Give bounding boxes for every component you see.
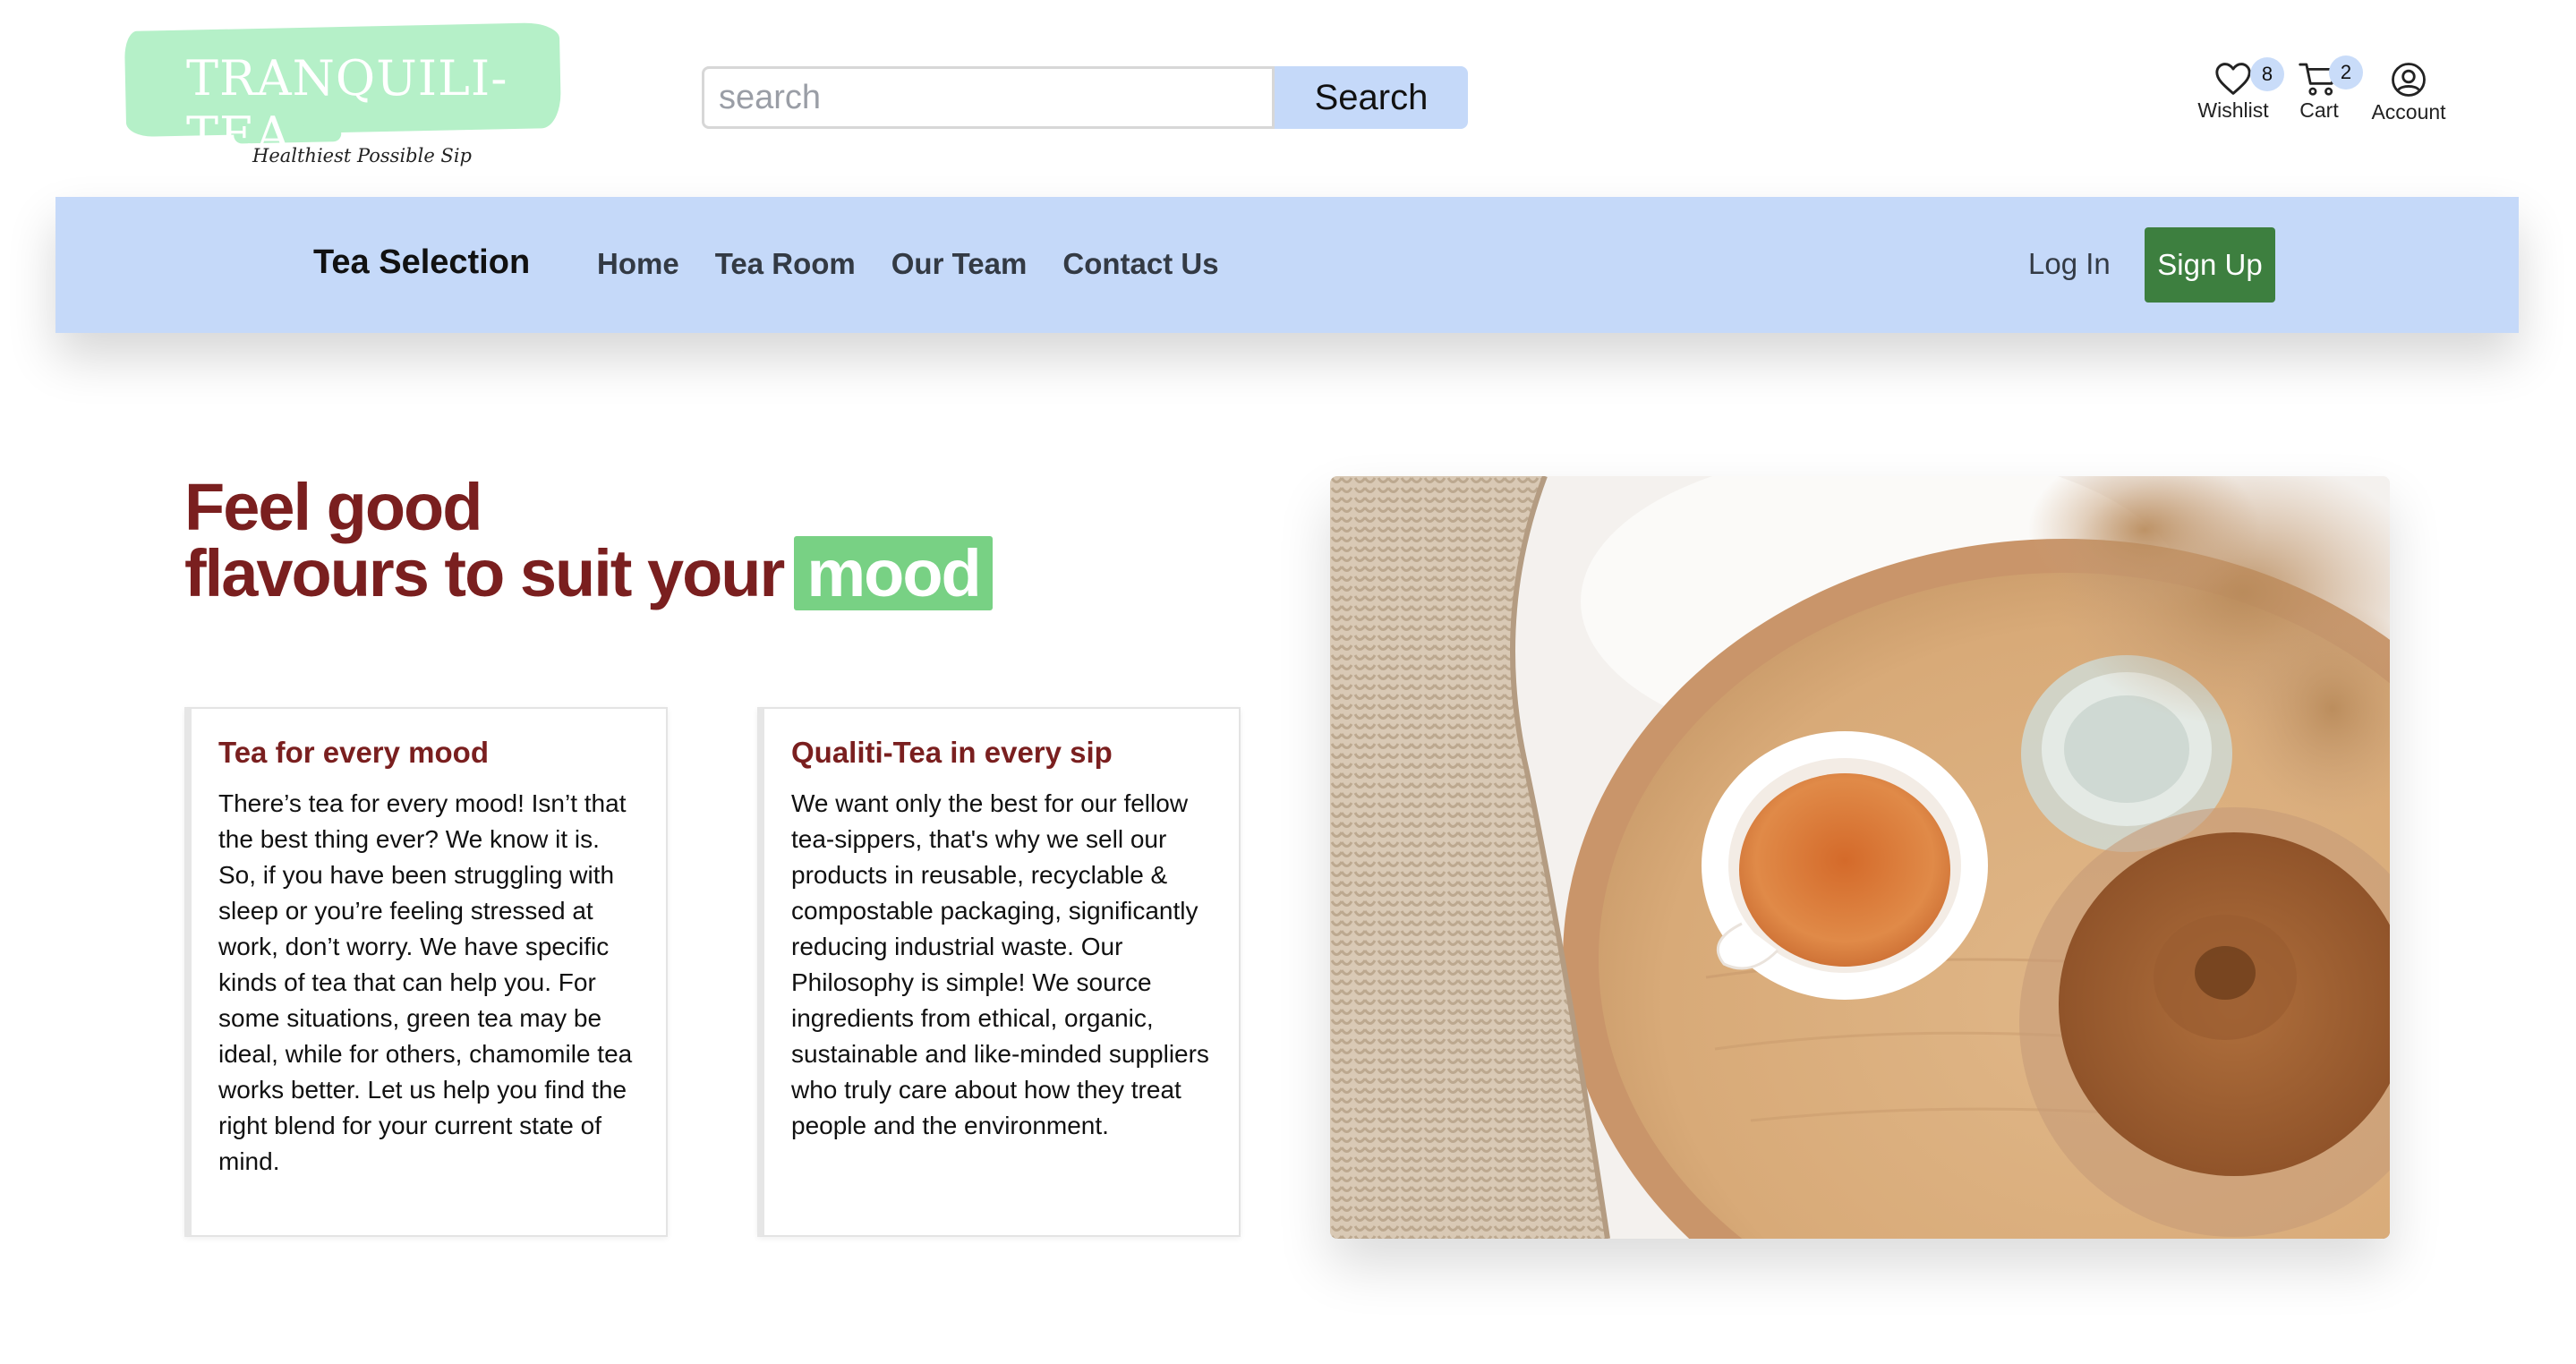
- search-button[interactable]: Search: [1275, 66, 1468, 129]
- card-body: We want only the best for our fellow tea…: [791, 789, 1209, 1139]
- cart-label: Cart: [2299, 98, 2339, 122]
- headline-highlight-mood: mood: [794, 536, 993, 610]
- nav-links: Home Tea Room Our Team Contact Us: [597, 247, 1219, 281]
- heart-icon: [2215, 63, 2251, 95]
- hero-tea-photo: [1330, 476, 2390, 1239]
- account-icon: [2392, 63, 2426, 97]
- info-card-quality: Qualiti-Tea in every sip We want only th…: [757, 707, 1241, 1237]
- logo-tagline: Healthiest Possible Sip: [252, 145, 472, 166]
- login-link[interactable]: Log In: [2028, 247, 2111, 281]
- search-input[interactable]: [702, 66, 1275, 129]
- cart-link[interactable]: Cart 2: [2270, 55, 2368, 132]
- account-label: Account: [2371, 100, 2446, 124]
- search-bar: Search: [702, 66, 1468, 129]
- headline-line-1: Feel good: [184, 470, 482, 544]
- card-body: There’s tea for every mood! Isn’t that t…: [218, 789, 633, 1175]
- nav-link-our-team[interactable]: Our Team: [891, 247, 1028, 281]
- card-title: Tea for every mood: [218, 736, 489, 769]
- nav-link-home[interactable]: Home: [597, 247, 679, 281]
- wishlist-label: Wishlist: [2197, 98, 2269, 122]
- card-title: Qualiti-Tea in every sip: [791, 736, 1113, 769]
- nav-brand-tea-selection[interactable]: Tea Selection: [313, 243, 530, 282]
- headline-line-2: flavours to suit your: [184, 536, 785, 610]
- hero-headline: Feel good flavours to suit your mood: [184, 474, 993, 610]
- account-link[interactable]: Account: [2358, 61, 2460, 132]
- wishlist-link[interactable]: Wishlist 8: [2184, 57, 2284, 132]
- nav-link-contact-us[interactable]: Contact Us: [1062, 247, 1218, 281]
- signup-button[interactable]: Sign Up: [2145, 227, 2275, 303]
- info-card-mood: Tea for every mood There’s tea for every…: [184, 707, 668, 1237]
- nav-link-tea-room[interactable]: Tea Room: [715, 247, 856, 281]
- main-navbar: Tea Selection Home Tea Room Our Team Con…: [55, 197, 2519, 333]
- logo[interactable]: TRANQUILI-TEA Healthiest Possible Sip: [124, 21, 564, 183]
- tea-tray-illustration: [1330, 476, 2390, 1239]
